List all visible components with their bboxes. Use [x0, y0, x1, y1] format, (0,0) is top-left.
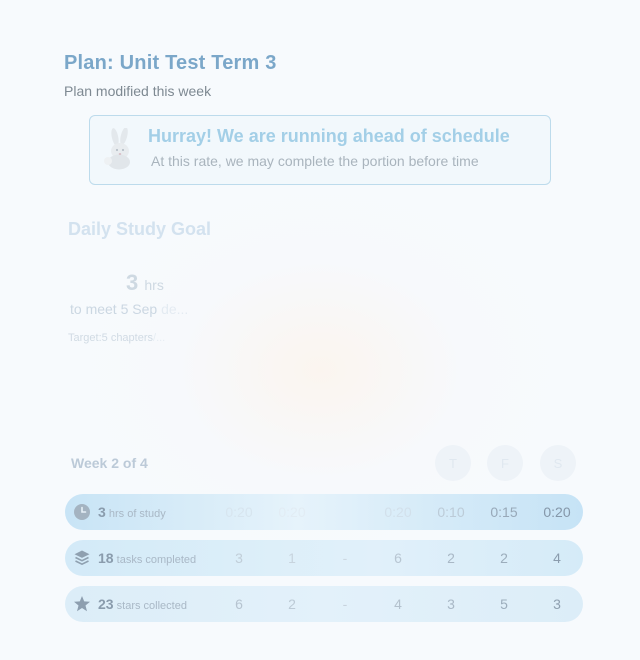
study-hours-cell: 0:20: [384, 504, 412, 520]
day-thu[interactable]: T: [435, 445, 471, 481]
bunny-icon: [104, 128, 130, 170]
layers-icon: [74, 550, 90, 565]
page-subtitle: Plan modified this week: [64, 83, 212, 99]
tasks-cell: 3: [235, 550, 243, 566]
clock-icon: [74, 504, 90, 520]
tasks-completed-label: 18 tasks completed: [98, 550, 197, 566]
stars-cell: -: [342, 596, 348, 612]
tasks-cell: 4: [553, 550, 561, 566]
tasks-cell: 2: [500, 550, 508, 566]
banner-text: At this rate, we may complete the portio…: [151, 153, 479, 169]
day-fri[interactable]: F: [487, 445, 523, 481]
study-hours-cell: 0:20: [225, 504, 253, 520]
tasks-cell: 2: [447, 550, 455, 566]
tasks-completed-row: 18 tasks completed 3 1 - 6 2 2 4: [65, 540, 583, 576]
daily-goal-heading: Daily Study Goal: [68, 219, 212, 239]
day-sat[interactable]: S: [540, 445, 576, 481]
stars-cell: 4: [394, 596, 402, 612]
stars-cell: 2: [288, 596, 296, 612]
page-title: Plan: Unit Test Term 3: [64, 52, 277, 74]
tasks-cell: -: [342, 550, 348, 566]
schedule-banner: Hurray! We are running ahead of schedule…: [89, 115, 551, 185]
study-hours-label: 3 hrs of study: [98, 504, 166, 520]
daily-goal-target: Target:5 chapters/...: [68, 332, 166, 344]
study-hours-cell: 0:20: [278, 504, 306, 520]
study-hours-row: 3 hrs of study 0:20 0:20 0:20 0:10 0:15 …: [65, 494, 583, 530]
stars-collected-label: 23 stars collected: [98, 596, 187, 612]
banner-heading: Hurray! We are running ahead of schedule: [148, 126, 510, 146]
stars-cell: 3: [447, 596, 455, 612]
stars-cell: 5: [500, 596, 508, 612]
stars-cell: 3: [553, 596, 561, 612]
star-icon: [74, 596, 90, 612]
week-indicator: Week 2 of 4: [71, 455, 148, 471]
study-hours-cell: 0:15: [490, 504, 518, 520]
daily-goal-deadline: to meet 5 Sep de...: [70, 301, 189, 317]
stars-cell: 6: [235, 596, 243, 612]
tasks-cell: 1: [288, 550, 296, 566]
study-hours-cell: 0:10: [437, 504, 465, 520]
stars-collected-row: 23 stars collected 6 2 - 4 3 5 3: [65, 586, 583, 622]
study-hours-cell: 0:20: [543, 504, 571, 520]
tasks-cell: 6: [394, 550, 402, 566]
daily-goal-hours: 3 hrs: [126, 270, 164, 295]
